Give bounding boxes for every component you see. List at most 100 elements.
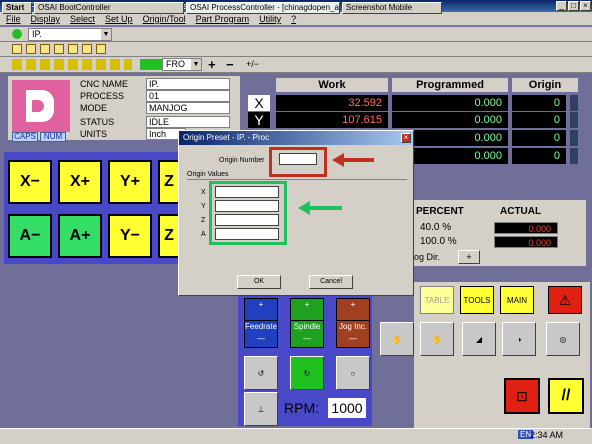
- spindle-ccw-icon[interactable]: ↺: [244, 356, 278, 390]
- menu-item-origin-tool[interactable]: Origin/Tool: [143, 14, 186, 24]
- actual-label: ACTUAL: [500, 206, 542, 217]
- reset-icon[interactable]: ⊡: [504, 378, 540, 414]
- chevron-down-icon[interactable]: ▼: [191, 59, 201, 70]
- start-button[interactable]: Start: [2, 2, 32, 14]
- green-arrow-icon: [298, 201, 342, 215]
- rpm-value: 1000: [328, 398, 366, 418]
- dialog-close-button[interactable]: ×: [401, 133, 411, 143]
- menu-item-set-up[interactable]: Set Up: [105, 14, 133, 24]
- percent-1: 40.0 %: [420, 222, 452, 233]
- dialog-title: Origin Preset - IP. - Proc: [179, 131, 413, 145]
- num-indicator: NUM: [40, 132, 66, 142]
- save-icon[interactable]: [40, 44, 50, 54]
- hand-arrows-icon[interactable]: ✋: [420, 322, 454, 356]
- green-status-icon[interactable]: [12, 29, 22, 39]
- origin-values-highlight: [209, 181, 287, 245]
- header-origin: Origin: [512, 78, 578, 92]
- ramp-icon[interactable]: ◢: [462, 322, 496, 356]
- feedrate-button[interactable]: Feedrate —: [244, 320, 278, 348]
- warning-icon[interactable]: ⚠: [548, 286, 582, 314]
- work-x: 32.592: [276, 95, 388, 111]
- minimize-button[interactable]: _: [556, 1, 567, 11]
- main-button[interactable]: MAIN: [500, 286, 534, 314]
- jog-dir-label: og Dir.: [414, 252, 441, 262]
- edit-icon[interactable]: [68, 44, 78, 54]
- copy-icon[interactable]: [82, 44, 92, 54]
- origin-z: 0: [512, 130, 566, 146]
- jog-y-minus[interactable]: Y−: [108, 214, 152, 258]
- work-y: 107.615: [276, 112, 388, 128]
- cycle-buttons[interactable]: [12, 59, 132, 70]
- jog-dir-button[interactable]: +: [458, 250, 480, 264]
- origin-arrow-icon[interactable]: [570, 148, 578, 164]
- value-mode: MANJOG: [146, 102, 230, 114]
- taskbar: [0, 428, 592, 444]
- red-arrow-icon: [332, 153, 374, 167]
- axis-a: A: [201, 231, 206, 238]
- label-status: STATUS: [80, 117, 115, 127]
- menu-item-?[interactable]: ?: [291, 14, 296, 24]
- origin-arrow-icon[interactable]: [570, 112, 578, 128]
- spindle-cw-icon[interactable]: ↻: [290, 356, 324, 390]
- axis-y: Y: [201, 203, 206, 210]
- jog-y-plus[interactable]: Y+: [108, 160, 152, 204]
- jog-z-1[interactable]: Z: [158, 160, 180, 204]
- close-button[interactable]: ×: [580, 1, 591, 11]
- hand-icon[interactable]: ✋: [380, 322, 414, 356]
- feed-hold-icon[interactable]: //: [548, 378, 584, 414]
- folder-open-icon[interactable]: [54, 44, 64, 54]
- prog-x: 0.000: [392, 95, 508, 111]
- origin-arrow-icon[interactable]: [570, 95, 578, 111]
- prog-y: 0.000: [392, 112, 508, 128]
- jog-x-plus[interactable]: X+: [58, 160, 102, 204]
- tool-icon[interactable]: ⊥: [244, 392, 278, 426]
- origin-arrow-icon[interactable]: [570, 130, 578, 146]
- task-bootcontroller[interactable]: OSAI BootController: [34, 2, 184, 14]
- toolbar-1: IP. ▼: [0, 27, 592, 42]
- tools-button[interactable]: TOOLS: [460, 286, 494, 314]
- chevron-down-icon[interactable]: ▼: [101, 29, 111, 40]
- plusminus-button[interactable]: +/−: [246, 59, 259, 69]
- task-processcontroller[interactable]: OSAI ProcessController - [chinagdopen_ax…: [186, 2, 340, 14]
- jog-inc-button[interactable]: Jog Inc. —: [336, 320, 370, 348]
- spindle-stop-icon[interactable]: ○: [336, 356, 370, 390]
- origin-values-label: Origin Values: [187, 171, 229, 178]
- percent-label: PERCENT: [416, 206, 464, 217]
- process-combo[interactable]: IP. ▼: [28, 28, 112, 41]
- logo-hole: [32, 100, 44, 112]
- jog-x-minus[interactable]: X−: [8, 160, 52, 204]
- folder-icon[interactable]: [26, 44, 36, 54]
- spindle-button[interactable]: Spindle —: [290, 320, 324, 348]
- clock: 2:34 AM: [530, 430, 564, 440]
- task-screenshot[interactable]: Screenshot Mobile: [342, 2, 442, 14]
- origin-x: 0: [512, 95, 566, 111]
- rpm-label: RPM:: [284, 400, 319, 416]
- ok-button[interactable]: OK: [237, 275, 281, 289]
- jog-z-2[interactable]: Z: [158, 214, 180, 258]
- maximize-button[interactable]: □: [568, 1, 579, 11]
- origin-target-icon[interactable]: ◑: [502, 322, 536, 356]
- menu-item-part-program[interactable]: Part Program: [196, 14, 250, 24]
- start-icon[interactable]: [140, 59, 164, 70]
- value-status: IDLE: [146, 116, 230, 128]
- spindle-gauge-icon[interactable]: ◎: [546, 322, 580, 356]
- table-button[interactable]: TABLE: [420, 286, 454, 314]
- origin-a: 0: [512, 148, 566, 164]
- menu-item-file[interactable]: File: [6, 14, 21, 24]
- label-units: UNITS: [80, 129, 107, 139]
- percent-2: 100.0 %: [420, 236, 457, 247]
- menu-item-select[interactable]: Select: [70, 14, 95, 24]
- open-icon[interactable]: [12, 44, 22, 54]
- cancel-button[interactable]: Cancel: [309, 275, 353, 289]
- menu-item-display[interactable]: Display: [31, 14, 61, 24]
- list-icon[interactable]: [96, 44, 106, 54]
- plus-button[interactable]: +: [208, 57, 216, 72]
- fro-combo[interactable]: FRO ▼: [162, 58, 202, 71]
- menu-item-utility[interactable]: Utility: [259, 14, 281, 24]
- jog-a-plus[interactable]: A+: [58, 214, 102, 258]
- minus-button[interactable]: −: [226, 57, 234, 72]
- toolbar-3: FRO ▼ + − +/−: [0, 57, 592, 73]
- jog-a-minus[interactable]: A−: [8, 214, 52, 258]
- divider: [187, 179, 407, 180]
- label-mode: MODE: [80, 103, 107, 113]
